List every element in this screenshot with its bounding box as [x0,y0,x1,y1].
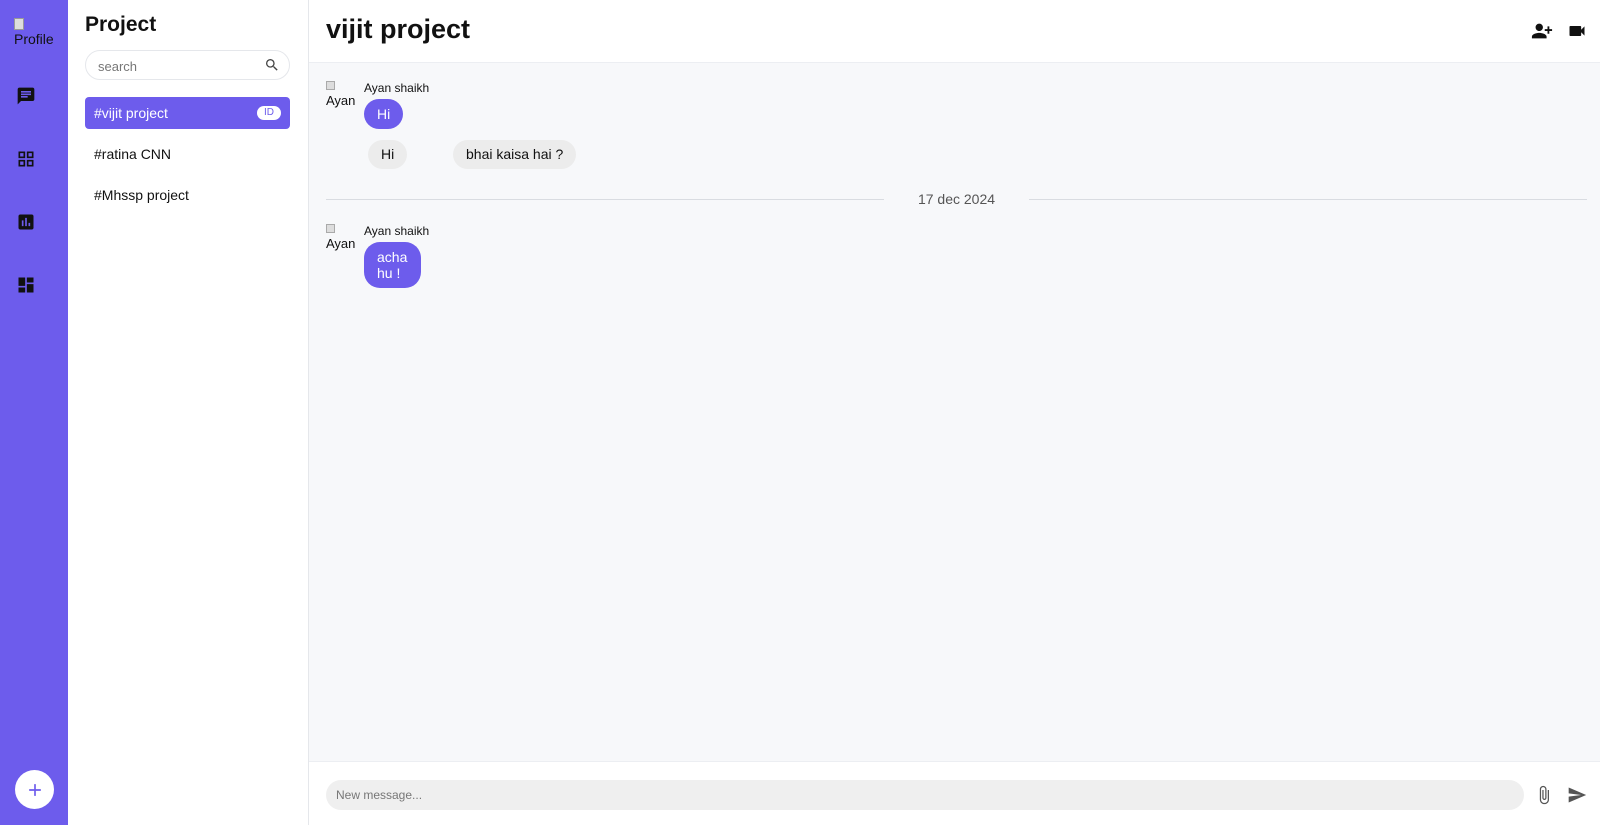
chat-title: vijit project [326,14,471,44]
message-bubble-outgoing: acha hu ! [364,242,421,288]
grid-icon [18,151,34,167]
message-group: Ayan Ayan shaikh Hi Hi bhai kaisa hai ? [326,81,626,176]
channel-label: #Mhssp project [94,187,189,203]
avatar-alt-text: Ayan [326,93,356,108]
dashboard-icon [18,277,34,293]
paperclip-icon [1539,785,1549,805]
video-call-button[interactable] [1566,20,1588,42]
bar-chart-icon [18,214,34,230]
message-composer [309,761,1600,825]
plus-icon [28,783,41,796]
broken-image-icon [326,81,335,90]
profile-avatar[interactable]: Profile [14,18,56,48]
nav-grid-button[interactable] [15,148,37,170]
channel-item-mhssp-project[interactable]: #Mhssp project [85,179,290,211]
channel-badge: ID [257,106,281,120]
nav-dashboard-button[interactable] [15,274,37,296]
search-icon[interactable] [264,57,280,73]
nav-analytics-button[interactable] [15,211,37,233]
send-icon [1568,787,1587,803]
attach-button[interactable] [1533,784,1555,806]
add-button[interactable] [15,770,54,809]
avatar-alt-text: Ayan [326,236,356,251]
message-group: Ayan Ayan shaikh acha hu ! [326,224,626,294]
project-sidebar: Project #vijit project ID #ratina CNN #M… [68,0,309,825]
chat-icon [17,87,35,105]
send-button[interactable] [1566,784,1588,806]
channel-label: #vijit project [94,105,168,121]
broken-image-icon [14,18,24,30]
search-input[interactable] [98,57,258,75]
nav-rail: Profile [0,0,68,825]
add-member-button[interactable] [1531,20,1553,42]
channel-item-ratina-cnn[interactable]: #ratina CNN [85,138,290,170]
message-bubble-outgoing: Hi [364,99,404,129]
message-bubble-incoming: Hi [368,140,408,169]
broken-image-icon [326,224,335,233]
profile-alt-text: Profile [14,31,54,47]
avatar: Ayan [326,81,356,111]
message-input[interactable] [326,780,1524,810]
sidebar-title: Project [85,13,157,36]
avatar: Ayan [326,224,356,254]
sender-name: Ayan shaikh [364,81,430,95]
date-separator: 17 dec 2024 [326,189,1587,209]
chat-panel: vijit project Ayan Ayan shaikh Hi Hi bha… [309,0,1600,825]
divider [1029,199,1587,200]
search-box[interactable] [85,50,290,80]
chat-header: vijit project [309,0,1600,63]
video-camera-icon [1569,26,1585,36]
add-person-icon [1531,23,1553,39]
nav-chat-button[interactable] [15,85,37,107]
message-bubble-incoming: bhai kaisa hai ? [453,140,577,169]
sender-name: Ayan shaikh [364,224,430,238]
channel-label: #ratina CNN [94,146,172,162]
channel-item-vijit-project[interactable]: #vijit project ID [85,97,290,129]
